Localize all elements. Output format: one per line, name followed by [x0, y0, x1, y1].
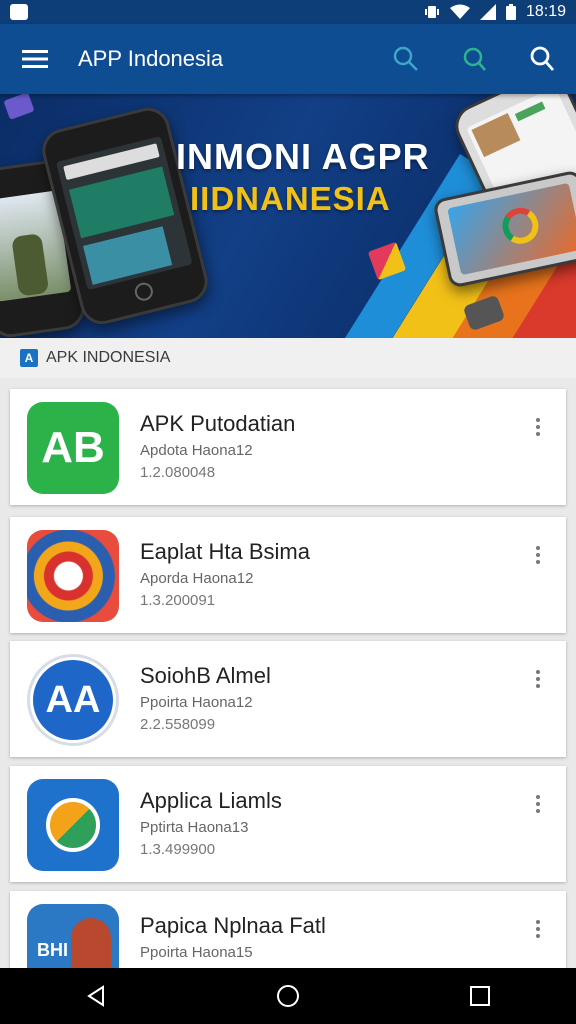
- app-developer: Ppoirta Haona15: [140, 944, 253, 961]
- corner-decoration: [3, 94, 35, 120]
- app-developer: Apdota Haona12: [140, 442, 253, 459]
- app-version: 2.2.558099: [140, 716, 216, 733]
- more-options-button[interactable]: [526, 415, 550, 439]
- app-name: APK Putodatian: [140, 411, 296, 436]
- search-button-1[interactable]: [372, 24, 440, 94]
- app-name: Applica Liamls: [140, 788, 282, 813]
- section-header: A APK INDONESIA: [0, 338, 576, 378]
- back-icon: [87, 985, 104, 1007]
- app-list-item[interactable]: AA SoiohB Almel Ppoirta Haona12 2.2.5580…: [10, 641, 566, 757]
- menu-button[interactable]: [0, 24, 70, 94]
- home-icon: [277, 985, 299, 1007]
- search-button-2[interactable]: [440, 24, 508, 94]
- app-icon-apk-putodatian: AB: [27, 402, 119, 494]
- battery-icon: [505, 4, 516, 20]
- wifi-icon: [449, 4, 470, 19]
- app-icon-soiohb: AA: [27, 654, 119, 746]
- app-list-item[interactable]: Applica Liamls Pptirta Haona13 1.3.49990…: [10, 766, 566, 882]
- app-icon-text: AA: [45, 678, 101, 721]
- recents-button[interactable]: [450, 968, 510, 1024]
- app-icon-text: AB: [41, 423, 105, 472]
- more-options-button[interactable]: [526, 917, 550, 941]
- more-options-button[interactable]: [526, 543, 550, 567]
- app-developer: Ppoirta Haona12: [140, 694, 253, 711]
- more-options-button[interactable]: [526, 667, 550, 691]
- more-options-button[interactable]: [526, 792, 550, 816]
- app-name: SoiohB Almel: [140, 663, 271, 688]
- promo-banner[interactable]: INMONI AGPR IIDNANESIA: [0, 94, 576, 338]
- app-icon-text: BHI: [37, 939, 68, 960]
- back-button[interactable]: [66, 968, 126, 1024]
- app-list-item[interactable]: Eaplat Hta Bsima Aporda Haona12 1.3.2000…: [10, 517, 566, 633]
- search-icon: [530, 46, 555, 71]
- app-version: 1.2.080048: [140, 464, 216, 481]
- search-icon: [463, 47, 486, 71]
- app-title: APP Indonesia: [78, 46, 224, 71]
- vibrate-icon: [424, 6, 439, 18]
- banner-headline: INMONI AGPR: [176, 136, 430, 177]
- home-button[interactable]: [258, 968, 318, 1024]
- recents-icon: [470, 986, 490, 1006]
- system-nav-bar: [0, 968, 576, 1024]
- notification-icon: [10, 4, 28, 20]
- app-version: 1.3.200091: [140, 592, 216, 609]
- app-developer: Pptirta Haona13: [140, 819, 249, 836]
- app-list-item[interactable]: AB APK Putodatian Apdota Haona12 1.2.080…: [10, 389, 566, 505]
- section-title: APK INDONESIA: [46, 349, 171, 366]
- search-button-3[interactable]: [508, 24, 576, 94]
- banner-subline: IIDNANESIA: [190, 180, 391, 217]
- app-icon-eaplat: [27, 530, 119, 622]
- app-name: Eaplat Hta Bsima: [140, 539, 310, 564]
- app-version: 1.3.499900: [140, 841, 216, 858]
- signal-icon: [479, 4, 496, 20]
- clock: 18:19: [525, 3, 566, 20]
- app-developer: Aporda Haona12: [140, 570, 254, 587]
- app-icon-applica: [27, 779, 119, 871]
- menu-icon: [22, 50, 48, 68]
- search-icon: [393, 46, 418, 71]
- app-name: Papica Nplnaa Fatl: [140, 913, 326, 938]
- apk-logo-icon: A: [20, 349, 38, 367]
- status-bar: 18:19: [0, 0, 576, 24]
- app-bar: APP Indonesia: [0, 24, 576, 94]
